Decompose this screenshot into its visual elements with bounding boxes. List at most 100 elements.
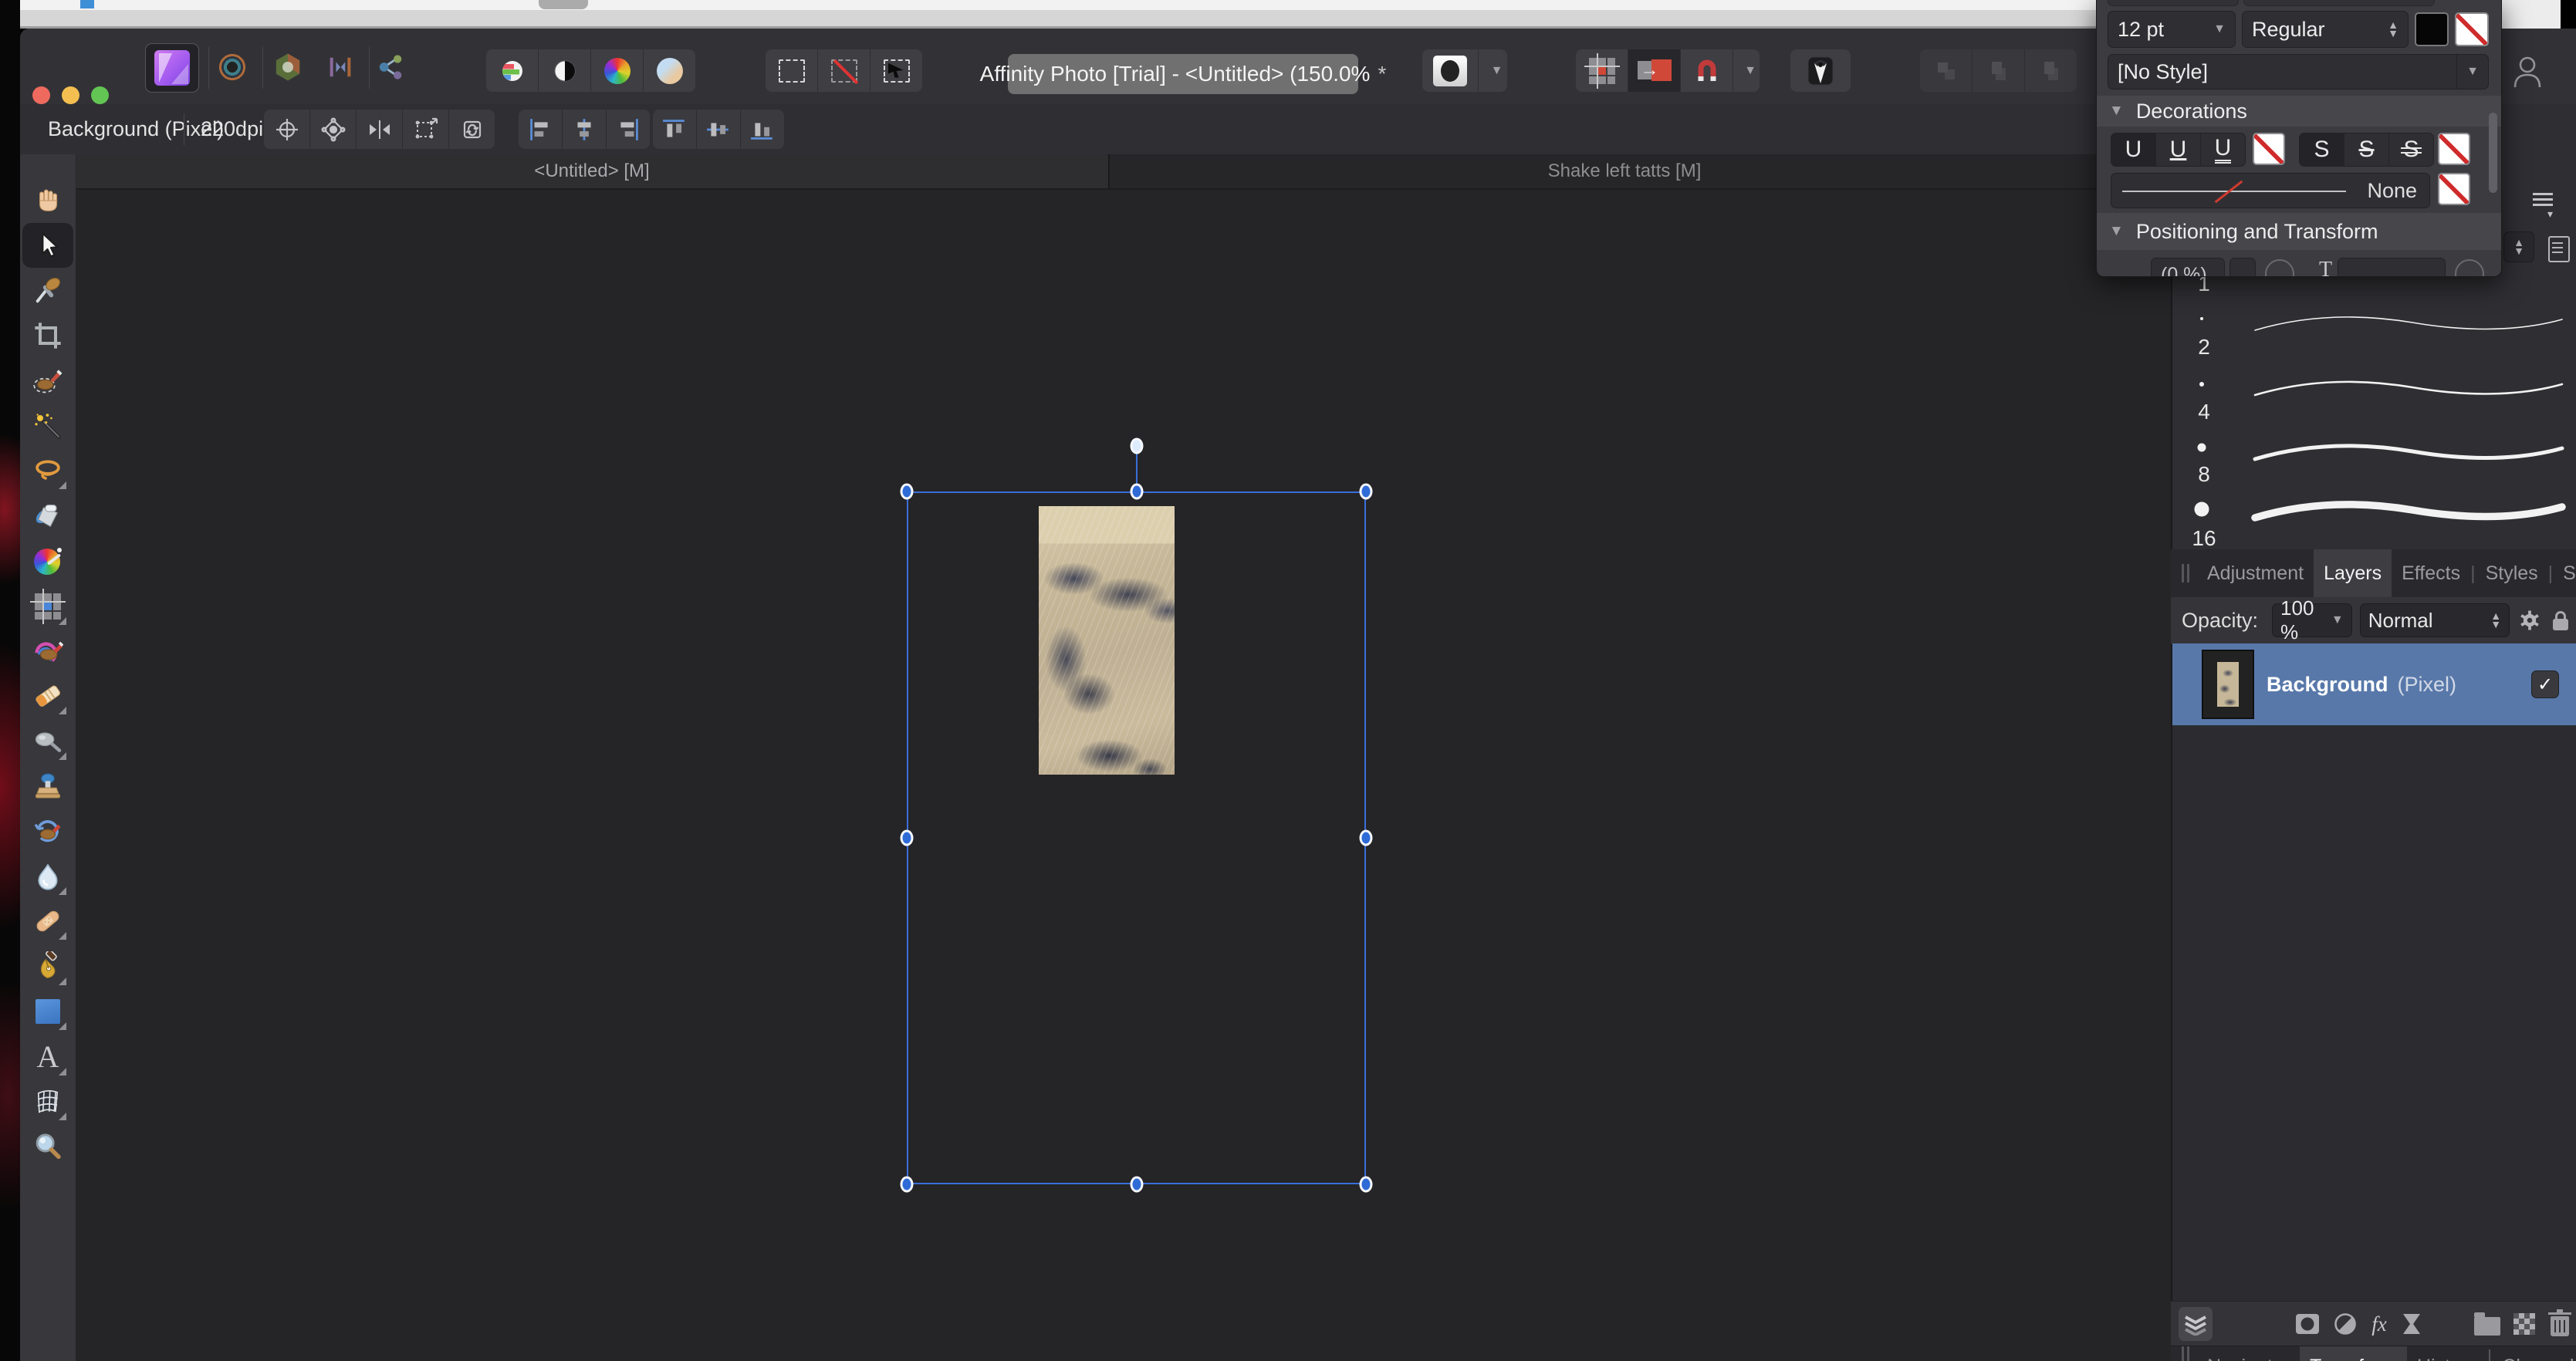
tool-zoom-tool[interactable] [31, 1130, 65, 1163]
decorations-header[interactable]: ▼ Decorations [2097, 96, 2501, 127]
font-size-dropdown[interactable]: 12 pt ▼ [2108, 11, 2236, 48]
handle-mid-left[interactable] [900, 829, 914, 846]
stroke-colour-swatch[interactable] [2438, 173, 2470, 205]
tool-flood-select-tool[interactable] [31, 409, 65, 443]
handle-bottom-right[interactable] [1359, 1176, 1373, 1193]
brush-stroke-preview[interactable] [2250, 498, 2567, 525]
text-style-dropdown[interactable]: [No Style] ▼ [2108, 54, 2489, 89]
button-live-filter[interactable] [2395, 1307, 2429, 1341]
font-style-dropdown[interactable]: Regular ▲ ▼ [2242, 11, 2409, 48]
tool-undo-brush-tool[interactable] [31, 815, 65, 849]
layer-settings-button[interactable] [2514, 603, 2545, 637]
tool-paint-brush-tool[interactable] [31, 634, 65, 668]
tracking-field[interactable] [2338, 258, 2446, 276]
button-align-center[interactable] [563, 110, 607, 149]
tool-lasso-tool[interactable] [31, 454, 66, 490]
panel-scrollbar[interactable] [2489, 113, 2497, 193]
button-layer-effects[interactable]: fx [2362, 1307, 2396, 1341]
tool-blur-tool[interactable] [31, 859, 66, 895]
baseline-stepper[interactable] [2229, 258, 2256, 276]
button-select-marquee[interactable] [766, 49, 818, 92]
tab-channels[interactable]: Channels [2492, 1346, 2576, 1361]
persona-button-liquify-persona[interactable] [213, 43, 252, 91]
reset-button[interactable] [2455, 259, 2484, 276]
baseline-field[interactable]: (0 %) [2151, 258, 2225, 276]
handle-top-right[interactable] [1359, 483, 1373, 500]
panel-grip[interactable] [2171, 1346, 2197, 1361]
button-new-layer[interactable] [2507, 1307, 2541, 1341]
underline-option-2[interactable]: U [2156, 133, 2201, 166]
strikethrough-option-1[interactable]: S [2300, 133, 2344, 166]
panel-grip[interactable] [2171, 549, 2197, 597]
strikethrough-option-3[interactable]: S [2389, 133, 2433, 166]
auto-button-auto-levels[interactable] [486, 49, 539, 92]
strikethrough-option-2[interactable]: S [2344, 133, 2389, 166]
tool-flood-fill-tool[interactable] [31, 499, 65, 533]
brush-stroke-preview[interactable] [2250, 439, 2567, 467]
button-mask-layer[interactable] [2290, 1307, 2324, 1341]
button-align-bottom[interactable] [741, 110, 784, 149]
layer-visibility-checkbox[interactable]: ✓ [2531, 670, 2559, 698]
layer-thumbnail[interactable] [2202, 650, 2254, 719]
tool-pixel-tool[interactable] [30, 588, 66, 625]
button-snapping-magnet[interactable] [1681, 49, 1733, 92]
handle-bottom-center[interactable] [1130, 1176, 1143, 1193]
persona-button-export-persona[interactable] [372, 43, 411, 91]
canvas[interactable] [76, 190, 2171, 1361]
button-show-handles[interactable] [310, 110, 357, 149]
quick-mask-dropdown[interactable]: ▼ [1479, 49, 1507, 92]
button-layers-stack[interactable] [2179, 1307, 2213, 1341]
quick-mask-button[interactable] [1422, 49, 1479, 92]
handle-mid-right[interactable] [1359, 829, 1373, 846]
document-tab-2[interactable]: Shake left tatts [M] [1110, 154, 2140, 188]
tool-healing-tool[interactable] [31, 904, 66, 941]
reset-button[interactable] [2265, 259, 2294, 276]
handle-top-center[interactable] [1130, 483, 1143, 500]
tab-styles[interactable]: Styles [2476, 549, 2548, 597]
button-move-whole-pixels[interactable]: → [1628, 49, 1681, 92]
tool-gradient-tool[interactable] [31, 544, 65, 578]
assistant-button[interactable] [1790, 49, 1851, 92]
underline-colour-swatch[interactable] [2253, 133, 2285, 165]
tool-view-tool[interactable] [31, 184, 65, 218]
tab-navigator[interactable]: Navigator [2197, 1346, 2300, 1361]
brush-size-stepper[interactable]: ▲ ▼ [2503, 231, 2534, 262]
button-align-right[interactable] [607, 110, 650, 149]
underline-option-3[interactable]: U [2201, 133, 2245, 166]
close-button[interactable] [32, 86, 50, 104]
text-stroke-style-button[interactable]: None [2111, 173, 2430, 208]
tab-layers[interactable]: Layers [2314, 549, 2392, 597]
blend-mode-dropdown[interactable]: Normal ▲ ▼ [2359, 603, 2510, 637]
brushes-panel-menu[interactable] [2533, 193, 2553, 221]
persona-button-photo-persona[interactable] [145, 43, 199, 93]
button-rotate[interactable] [449, 110, 495, 149]
button-group-layers[interactable] [2470, 1307, 2504, 1341]
button-flip-horizontal[interactable] [357, 110, 403, 149]
auto-button-auto-colours[interactable] [591, 49, 644, 92]
tool-mesh-warp-tool[interactable] [31, 1085, 66, 1120]
button-align-middle[interactable] [697, 110, 741, 149]
persona-button-develop-persona[interactable] [269, 43, 307, 91]
positioning-header[interactable]: ▼ Positioning and Transform [2097, 213, 2501, 250]
tool-selection-brush-tool[interactable] [31, 364, 65, 398]
snapping-dropdown[interactable]: ▼ [1733, 49, 1760, 92]
tool-move-tool[interactable] [31, 228, 65, 262]
button-deselect[interactable] [818, 49, 870, 92]
brush-list-icon[interactable] [2548, 236, 2570, 262]
button-align-left[interactable] [519, 110, 563, 149]
tool-clone-stamp-tool[interactable] [31, 769, 65, 803]
tab-adjustment[interactable]: Adjustment [2197, 549, 2314, 597]
brush-stroke-preview[interactable] [2250, 375, 2567, 403]
opacity-dropdown[interactable]: 100 % ▼ [2272, 596, 2352, 643]
rotation-handle[interactable] [1130, 437, 1143, 454]
tool-sponge-tool[interactable] [31, 724, 66, 760]
document-tab-1[interactable]: <Untitled> [M] [76, 154, 1109, 188]
button-align-top[interactable] [653, 110, 697, 149]
tool-rectangle-tool[interactable] [31, 995, 66, 1031]
account-button[interactable] [2511, 53, 2544, 93]
auto-button-auto-contrast[interactable] [539, 49, 591, 92]
persona-button-tone-mapping-persona[interactable] [321, 43, 360, 91]
lock-layer-button[interactable] [2545, 603, 2576, 637]
brush-stroke-preview[interactable] [2250, 310, 2567, 338]
tool-erase-brush-tool[interactable] [31, 679, 66, 715]
